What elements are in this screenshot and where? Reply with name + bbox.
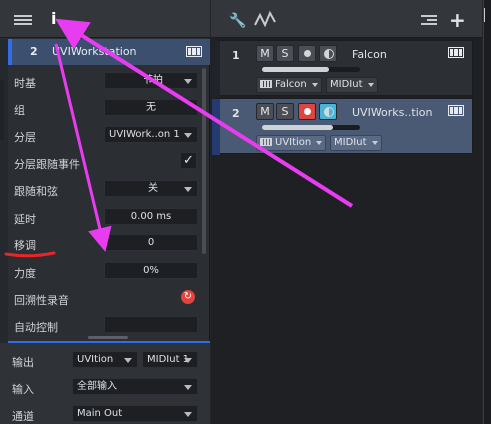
layer-dropdown[interactable]: UVIWork..on 1 bbox=[104, 126, 198, 143]
inspector-scrollbar[interactable] bbox=[202, 68, 206, 254]
instrument-piano-icon[interactable] bbox=[186, 46, 202, 57]
track-list-icon[interactable] bbox=[421, 15, 437, 27]
delay-field[interactable]: 0.00 ms bbox=[104, 208, 198, 225]
automation-field[interactable] bbox=[104, 316, 198, 333]
group-field[interactable]: 无 bbox=[104, 99, 198, 116]
track-lane-gutter bbox=[212, 41, 220, 97]
inspector-side-strip bbox=[0, 80, 4, 140]
daw-window: i 2 UVIWorkstation 时基 节拍 组 无 分层 UVIWork.… bbox=[0, 0, 491, 424]
track-lane-gutter bbox=[212, 99, 220, 155]
instrument-dropdown[interactable]: UVItion bbox=[256, 135, 326, 151]
instrument-dropdown[interactable]: Falcon bbox=[256, 77, 322, 93]
instrument-value: Falcon bbox=[275, 79, 307, 90]
input-label: 输入 bbox=[12, 383, 34, 396]
transpose-field[interactable]: 0 bbox=[104, 234, 198, 251]
output-label: 输出 bbox=[12, 356, 34, 369]
track-number: 2 bbox=[30, 45, 38, 58]
inspector-toolbar: i bbox=[0, 0, 210, 38]
layer-label: 分层 bbox=[14, 131, 36, 144]
follow-chords-dropdown[interactable]: 关 bbox=[104, 180, 198, 197]
velocity-field[interactable]: 0% bbox=[104, 262, 198, 279]
monitor-button[interactable] bbox=[319, 45, 337, 62]
output-channel-dropdown[interactable]: MIDIut 1 bbox=[142, 351, 198, 368]
track-row-uviworkstation[interactable]: 2 M S UVIWorks..tion UVItion MIDIut bbox=[212, 98, 473, 155]
retrospective-record-label: 回溯性录音 bbox=[14, 294, 69, 307]
channel-dropdown[interactable]: Main Out bbox=[72, 405, 198, 422]
volume-fader-fill bbox=[262, 125, 333, 130]
wrench-icon[interactable]: 🔧 bbox=[229, 13, 246, 29]
follow-chords-label: 跟随和弦 bbox=[14, 185, 58, 198]
transpose-label: 移调 bbox=[14, 239, 36, 252]
volume-fader[interactable] bbox=[262, 125, 360, 130]
monitor-button[interactable] bbox=[319, 103, 337, 120]
mute-button[interactable]: M bbox=[256, 103, 274, 120]
midi-out-dropdown[interactable]: MIDIut bbox=[330, 135, 382, 151]
volume-fader[interactable] bbox=[262, 67, 360, 72]
inspector-track-header[interactable]: 2 UVIWorkstation bbox=[8, 39, 210, 65]
instrument-piano-icon[interactable] bbox=[448, 105, 464, 116]
track-list-panel: 🔧 + 1 M S Falcon Falcon MIDIut 2 M S UVI… bbox=[211, 0, 482, 424]
track-name[interactable]: UVIWorkstation bbox=[52, 45, 137, 58]
panel-divider-handle[interactable] bbox=[88, 336, 128, 339]
track-name[interactable]: UVIWorks..tion bbox=[352, 106, 432, 119]
record-arm-button[interactable] bbox=[298, 45, 316, 62]
mini-piano-icon bbox=[260, 80, 272, 88]
track-toolbar: 🔧 + bbox=[211, 0, 482, 38]
velocity-label: 力度 bbox=[14, 267, 36, 280]
midi-out-dropdown[interactable]: MIDIut bbox=[326, 77, 378, 93]
solo-button[interactable]: S bbox=[276, 45, 294, 62]
channel-label: 通道 bbox=[12, 410, 34, 423]
mute-button[interactable]: M bbox=[256, 45, 274, 62]
timebase-label: 时基 bbox=[14, 77, 36, 90]
group-label: 组 bbox=[14, 104, 25, 117]
volume-fader-fill bbox=[262, 67, 329, 72]
layer-follow-events-label: 分层跟随事件 bbox=[14, 158, 80, 171]
routing-section: 输出 UVItion MIDIut 1 输入 全部输入 通道 Main Out bbox=[0, 343, 210, 424]
mini-piano-icon bbox=[260, 138, 272, 146]
automation-wave-icon[interactable] bbox=[253, 10, 277, 28]
instrument-value: UVItion bbox=[275, 137, 312, 148]
arrange-view-edge bbox=[483, 0, 491, 424]
add-track-icon[interactable]: + bbox=[449, 8, 466, 32]
menu-icon[interactable] bbox=[14, 15, 32, 25]
info-button[interactable]: i bbox=[51, 9, 56, 28]
inspector-panel: i 2 UVIWorkstation 时基 节拍 组 无 分层 UVIWork.… bbox=[0, 0, 210, 424]
instrument-piano-icon[interactable] bbox=[448, 47, 464, 58]
timebase-dropdown[interactable]: 节拍 bbox=[104, 72, 198, 89]
track-number: 1 bbox=[232, 49, 240, 62]
input-dropdown[interactable]: 全部输入 bbox=[72, 378, 198, 395]
output-device-dropdown[interactable]: UVItion bbox=[72, 351, 138, 368]
track-number: 2 bbox=[232, 107, 240, 120]
delay-label: 延时 bbox=[14, 213, 36, 226]
timeline-cursor bbox=[484, 8, 485, 22]
track-name[interactable]: Falcon bbox=[352, 48, 387, 61]
automation-label: 自动控制 bbox=[14, 321, 58, 334]
solo-button[interactable]: S bbox=[276, 103, 294, 120]
record-arm-button[interactable] bbox=[298, 103, 316, 120]
layer-follow-events-checkbox[interactable]: ✓ bbox=[180, 152, 197, 169]
retrospective-record-icon[interactable]: ↻ bbox=[181, 290, 195, 304]
track-row-falcon[interactable]: 1 M S Falcon Falcon MIDIut bbox=[212, 40, 473, 97]
